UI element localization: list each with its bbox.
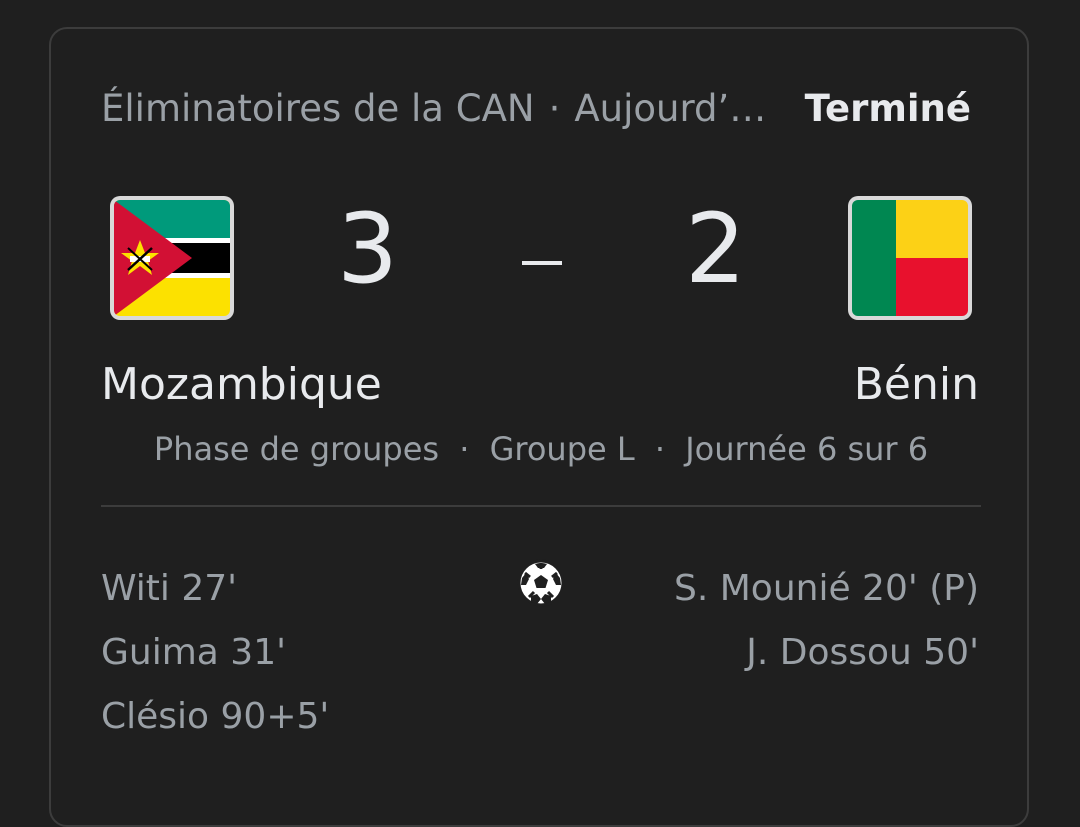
scorer-entry: S. Mounié 20' (P) [674,568,979,609]
match-phase-info: Phase de groupes · Groupe L · Journée 6 … [51,427,1031,471]
scorer-entry: Clésio 90+5' [101,696,330,737]
competition-name: Éliminatoires de la CAN [101,87,535,130]
header-separator: · [548,87,561,130]
phase-group: Groupe L [489,430,635,468]
match-status: Terminé [804,87,971,130]
score-separator [522,261,562,265]
phase-stage: Phase de groupes [153,430,440,468]
away-scorers-list: S. Mounié 20' (P) J. Dossou 50' [674,557,979,685]
match-card[interactable]: Éliminatoires de la CAN · Aujourd’… Term… [49,27,1029,827]
phase-separator: · [459,430,470,468]
divider [101,505,981,507]
match-date: Aujourd’… [574,87,767,130]
phase-matchday: Journée 6 sur 6 [685,430,929,468]
scorer-entry: Witi 27' [101,568,238,609]
benin-flag-icon[interactable] [848,196,972,320]
home-scorers-list: Witi 27' Guima 31' Clésio 90+5' [101,557,329,749]
mozambique-flag-icon[interactable] [110,196,234,320]
away-score: 2 [685,193,747,305]
scorer-entry: J. Dossou 50' [746,632,979,673]
soccer-ball-icon [517,559,565,607]
phase-separator: · [654,430,666,468]
home-team-name[interactable]: Mozambique [101,357,382,413]
home-score: 3 [337,193,399,305]
match-header: Éliminatoires de la CAN · Aujourd’… Term… [101,85,971,133]
away-team-name[interactable]: Bénin [854,357,979,413]
scorer-entry: Guima 31' [101,632,286,673]
